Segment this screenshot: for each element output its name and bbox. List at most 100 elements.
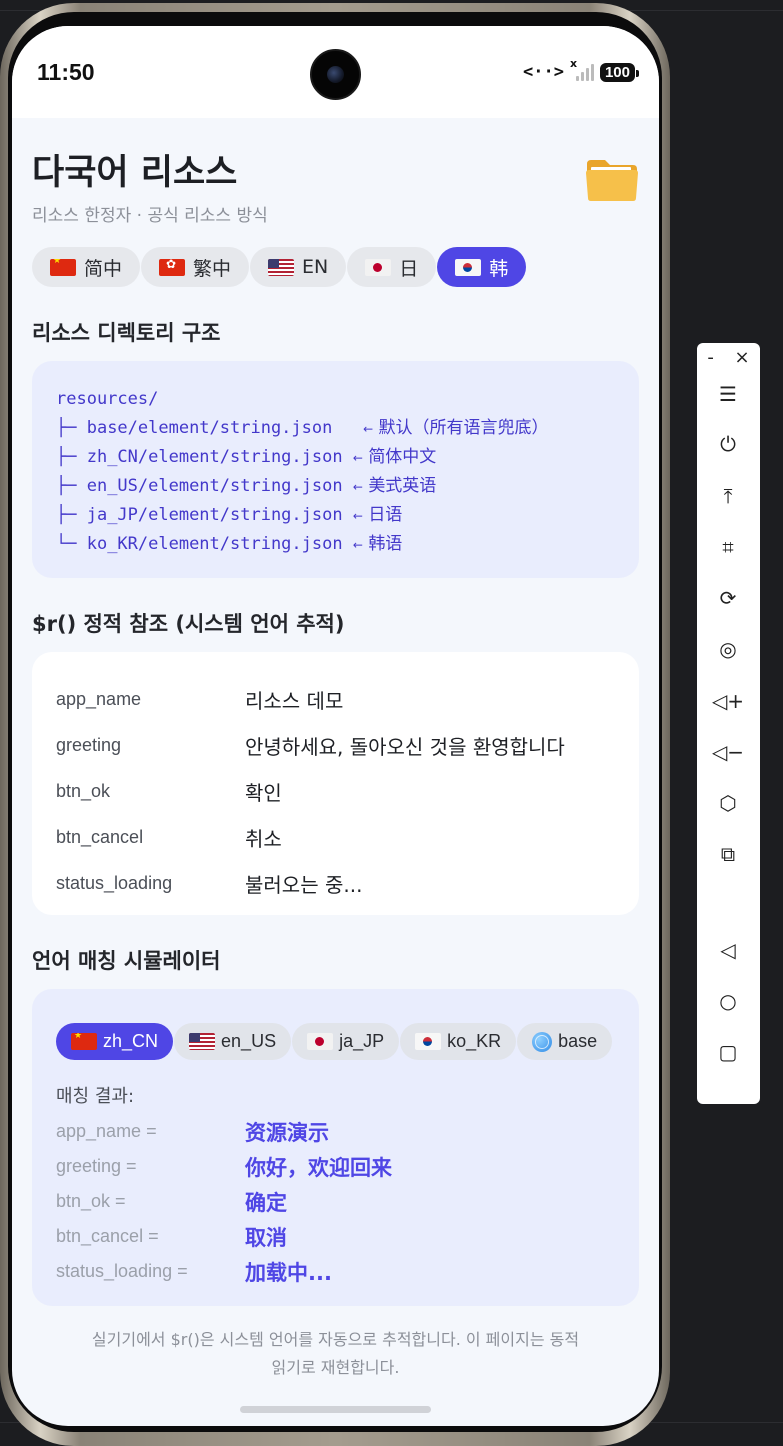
- flag-cn-icon: [50, 258, 76, 276]
- close-button[interactable]: ×: [735, 347, 750, 368]
- tree-entry: ├─ base/element/string.json ← 默认（所有语言兜底）: [56, 414, 615, 443]
- tree-note: ← 简体中文: [353, 447, 436, 467]
- resource-key: btn_cancel: [56, 826, 144, 847]
- tree-root: resources/: [56, 389, 159, 409]
- match-result-label: 매칭 결과:: [56, 1086, 135, 1107]
- tree-pad: [343, 447, 353, 467]
- record-icon[interactable]: ◎: [711, 632, 745, 666]
- tree-branch: └─: [56, 534, 87, 554]
- home-indicator[interactable]: [240, 1406, 431, 1413]
- crop-icon[interactable]: ⌗: [711, 530, 745, 564]
- tree-pad: [343, 534, 353, 554]
- signal-icon: x: [570, 57, 594, 81]
- tree-branch: ├─: [56, 476, 87, 496]
- static-ref-row: status_loading 불러오는 중...: [56, 860, 615, 906]
- tree-path: en_US/element/string.json: [86, 476, 343, 496]
- flag-hk-icon: [159, 258, 186, 276]
- sim-tab-cn[interactable]: zh_CN: [56, 1023, 174, 1060]
- lang-tab-jp[interactable]: 日: [347, 247, 437, 287]
- flag-us-icon: [189, 1033, 216, 1050]
- sim-tab-globe[interactable]: base: [517, 1023, 613, 1060]
- folder-icon: [586, 160, 638, 201]
- lang-tab-us[interactable]: EN: [250, 247, 347, 287]
- volume-down-icon[interactable]: ◁−: [711, 735, 745, 769]
- match-row: app_name = 资源演示: [56, 1114, 615, 1149]
- back-icon[interactable]: ◁: [711, 933, 745, 967]
- match-key: btn_cancel =: [56, 1226, 159, 1246]
- lang-tab-label: EN: [302, 256, 329, 278]
- tree-note-text: 默认（所有语言兜底）: [378, 418, 549, 438]
- resource-value: 리소스 데모: [245, 688, 344, 713]
- screens-icon[interactable]: ⧉: [711, 837, 745, 871]
- tree-branch: ├─: [56, 447, 87, 467]
- recents-icon[interactable]: ▢: [711, 1035, 745, 1069]
- status-icons: <··> x 100: [523, 57, 640, 82]
- arrow-left-icon: ←: [363, 422, 374, 436]
- lang-tab-hk[interactable]: 繁中: [141, 247, 250, 287]
- arrow-left-icon: ←: [352, 480, 363, 494]
- emulator-side-toolbar: - × ☰ ⏻ ⤒ ⌗ ⟳ ◎ ◁+ ◁− ⬡ ⧉ ◁ ○ ▢: [697, 343, 760, 1104]
- battery-icon: 100: [599, 62, 640, 82]
- match-value: 确定: [245, 1190, 287, 1215]
- sim-tab-label: en_US: [221, 1031, 277, 1051]
- tree-pad: [343, 505, 353, 525]
- lang-tab-kr[interactable]: 韩: [437, 247, 527, 287]
- page-subtitle: 리소스 한정자 · 공식 리소스 방식: [32, 206, 268, 226]
- flag-kr-icon: [415, 1033, 442, 1050]
- shake-icon[interactable]: ⬡: [711, 786, 745, 820]
- side-toolbar-header: - ×: [697, 347, 760, 368]
- static-ref-section-title: $r() 정적 참조 (시스템 언어 추적): [32, 612, 345, 636]
- tree-path: base/element/string.json: [86, 418, 333, 438]
- tree-entry: ├─ en_US/element/string.json ← 美式英语: [56, 472, 615, 501]
- minimize-button[interactable]: -: [707, 347, 714, 368]
- sim-tab-kr[interactable]: ko_KR: [400, 1023, 517, 1060]
- arrow-left-icon: ←: [352, 451, 363, 465]
- volume-up-icon[interactable]: ◁+: [711, 684, 745, 718]
- status-time: 11:50: [37, 59, 95, 85]
- tree-note-text: 简体中文: [368, 447, 437, 467]
- footer-note: 실기기에서 $r()은 시스템 언어를 자동으로 추적합니다. 이 페이지는 동…: [42, 1326, 629, 1382]
- sim-tab-label: ja_JP: [339, 1031, 385, 1051]
- tree-branch: ├─: [56, 418, 87, 438]
- tree-pad: [343, 476, 353, 496]
- tree-note: ← 美式英语: [353, 476, 436, 496]
- rotate-icon[interactable]: ⟳: [711, 581, 745, 615]
- pin-top-icon[interactable]: ⤒: [711, 479, 745, 513]
- tree-note-text: 日语: [368, 505, 403, 525]
- lang-tab-cn[interactable]: 简中: [32, 247, 141, 287]
- tree-entry: ├─ zh_CN/element/string.json ← 简体中文: [56, 443, 615, 472]
- tree-note-text: 韩语: [368, 534, 403, 554]
- arrow-left-icon: ←: [352, 509, 363, 523]
- sim-tab-label: ko_KR: [447, 1031, 502, 1051]
- tree-note: ← 韩语: [353, 534, 402, 554]
- tree-note: ← 默认（所有语言兜底）: [363, 418, 548, 438]
- tree-branch: ├─: [56, 505, 87, 525]
- menu-icon[interactable]: ☰: [711, 377, 745, 411]
- data-transfer-icon: <··>: [523, 62, 564, 82]
- lang-tab-label: 繁中: [193, 257, 232, 280]
- resource-key: greeting: [56, 734, 122, 755]
- resource-value: 취소: [245, 826, 282, 851]
- simulator-section-title: 언어 매칭 시뮬레이터: [32, 949, 221, 973]
- footer-line-2: 읽기로 재현합니다.: [271, 1358, 400, 1377]
- sim-tab-us[interactable]: en_US: [174, 1023, 292, 1060]
- match-value: 资源演示: [245, 1120, 329, 1145]
- language-tabs: 简中 繁中 EN 日 韩: [32, 247, 527, 287]
- static-ref-row: btn_ok 확인: [56, 768, 615, 814]
- lang-tab-label: 韩: [489, 257, 509, 280]
- status-bar: 11:50 <··> x 100: [12, 26, 659, 118]
- match-row: btn_cancel = 取消: [56, 1219, 615, 1254]
- sim-tab-label: base: [558, 1031, 598, 1051]
- no-sim-indicator: x: [569, 57, 578, 70]
- arrow-left-icon: ←: [352, 538, 363, 552]
- directory-tree: resources/ ├─ base/element/string.json ←…: [32, 361, 639, 578]
- sim-tab-jp[interactable]: ja_JP: [292, 1023, 400, 1060]
- power-icon[interactable]: ⏻: [711, 427, 745, 461]
- match-row: btn_ok = 确定: [56, 1184, 615, 1219]
- match-key: status_loading =: [56, 1261, 188, 1281]
- tree-path: ja_JP/element/string.json: [86, 505, 343, 525]
- static-ref-row: greeting 안녕하세요, 돌아오신 것을 환영합니다: [56, 722, 615, 768]
- match-value: 你好，欢迎回来: [245, 1155, 392, 1180]
- home-icon[interactable]: ○: [711, 984, 745, 1018]
- flag-cn-icon: [71, 1033, 97, 1050]
